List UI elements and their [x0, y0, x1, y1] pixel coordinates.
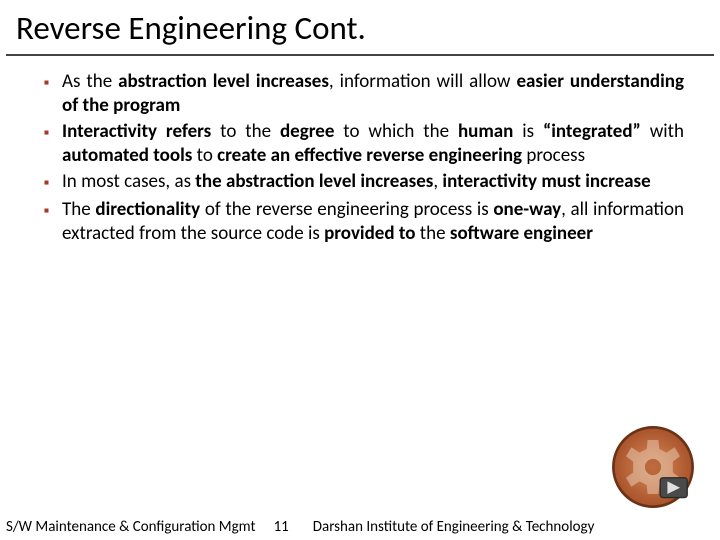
bullet-square-icon: ▪: [44, 170, 62, 196]
bullet-text: In most cases, as the abstraction level …: [62, 170, 684, 196]
page-number: 11: [256, 518, 307, 536]
list-item: ▪ The directionality of the reverse engi…: [44, 198, 684, 246]
list-item: ▪ As the abstraction level increases, in…: [44, 70, 684, 118]
bullet-text: As the abstraction level increases, info…: [62, 70, 684, 118]
slide-title: Reverse Engineering Cont.: [6, 0, 714, 56]
footer-left-text: S/W Maintenance & Configuration Mgmt: [6, 518, 256, 536]
footer-right-text: Darshan Institute of Engineering & Techn…: [307, 518, 714, 536]
bullet-square-icon: ▪: [44, 70, 62, 118]
bullet-square-icon: ▪: [44, 198, 62, 246]
bullet-text: The directionality of the reverse engine…: [62, 198, 684, 246]
gear-play-icon: [608, 422, 698, 512]
bullet-square-icon: ▪: [44, 120, 62, 168]
list-item: ▪ Interactivity refers to the degree to …: [44, 120, 684, 168]
slide-footer: S/W Maintenance & Configuration Mgmt 11 …: [0, 514, 720, 540]
list-item: ▪ In most cases, as the abstraction leve…: [44, 170, 684, 196]
bullet-list: ▪ As the abstraction level increases, in…: [0, 56, 720, 246]
bullet-text: Interactivity refers to the degree to wh…: [62, 120, 684, 168]
